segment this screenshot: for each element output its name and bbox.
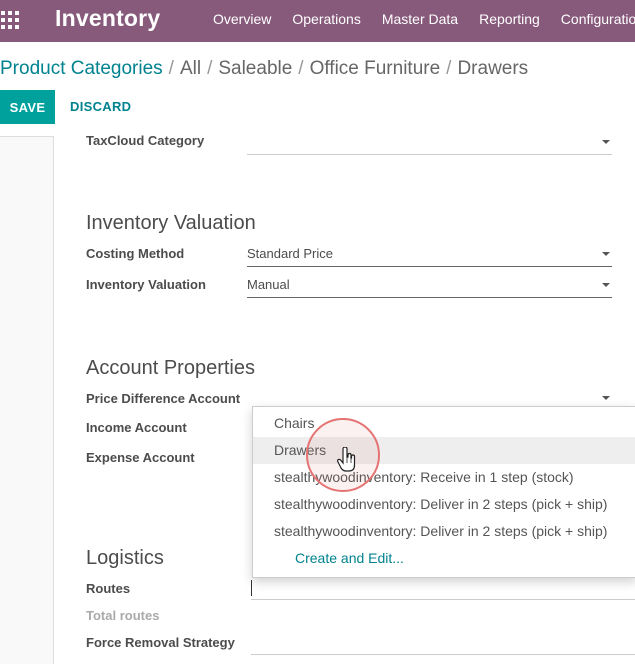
menu-reporting[interactable]: Reporting [479,11,540,27]
breadcrumb-drawers: Drawers [457,58,529,79]
total-routes-label: Total routes [86,608,160,623]
create-and-edit-option[interactable]: Create and Edit... [253,545,635,572]
price-difference-account-label: Price Difference Account [86,391,241,406]
costing-method-label: Costing Method [86,246,185,261]
inventory-valuation-label: Inventory Valuation [86,277,206,292]
breadcrumb-separator: / [207,58,213,79]
taxcloud-category-field[interactable] [247,133,612,155]
breadcrumb-office-furniture: Office Furniture [309,58,441,79]
chevron-down-icon[interactable] [602,140,610,144]
breadcrumb-root[interactable]: Product Categories [0,58,163,79]
inventory-valuation-heading: Inventory Valuation [86,212,256,234]
chevron-down-icon[interactable] [602,252,610,256]
app-title[interactable]: Inventory [55,5,160,32]
hand-pointer-icon [337,447,356,472]
inventory-valuation-select[interactable]: Manual [247,276,612,298]
force-removal-strategy-field[interactable] [251,633,635,655]
discard-button[interactable]: DISCARD [70,99,131,114]
menu-configuration[interactable]: Configuration [561,11,635,27]
expense-account-label: Expense Account [86,450,195,465]
save-button[interactable]: SAVE [0,90,55,124]
menu-operations[interactable]: Operations [292,11,360,27]
breadcrumb-separator: / [168,58,174,79]
breadcrumb-separator: / [446,58,452,79]
force-removal-strategy-label: Force Removal Strategy [86,635,235,650]
dropdown-item-deliver-2-steps[interactable]: stealthywoodinventory: Deliver in 2 step… [253,518,635,545]
taxcloud-category-label: TaxCloud Category [86,133,205,148]
routes-input[interactable] [251,578,635,600]
apps-menu-icon[interactable] [0,11,21,29]
autocomplete-dropdown: Chairs Drawers stealthywoodinventory: Re… [252,406,635,578]
breadcrumb-saleable: Saleable [218,58,293,79]
breadcrumb-separator: / [298,58,304,79]
top-navbar: Inventory Overview Operations Master Dat… [0,0,635,42]
dropdown-item-deliver-2-steps[interactable]: stealthywoodinventory: Deliver in 2 step… [253,491,635,518]
account-properties-heading: Account Properties [86,357,255,379]
logistics-heading: Logistics [86,547,164,569]
chevron-down-icon[interactable] [602,396,610,400]
chevron-down-icon[interactable] [602,283,610,287]
breadcrumb-all: All [179,58,202,79]
costing-method-select[interactable]: Standard Price [247,245,612,267]
text-cursor [251,580,252,596]
menu-overview[interactable]: Overview [213,11,271,27]
dropdown-item-chairs[interactable]: Chairs [253,410,635,437]
main-menu: Overview Operations Master Data Reportin… [213,11,635,27]
menu-master-data[interactable]: Master Data [382,11,458,27]
breadcrumb: Product Categories / All / Saleable / Office F… [0,58,528,80]
inventory-valuation-value: Manual [247,277,290,292]
costing-method-value: Standard Price [247,246,333,261]
control-panel: Product Categories / All / Saleable / Office F… [0,42,635,137]
income-account-label: Income Account [86,420,187,435]
routes-label: Routes [86,581,131,596]
